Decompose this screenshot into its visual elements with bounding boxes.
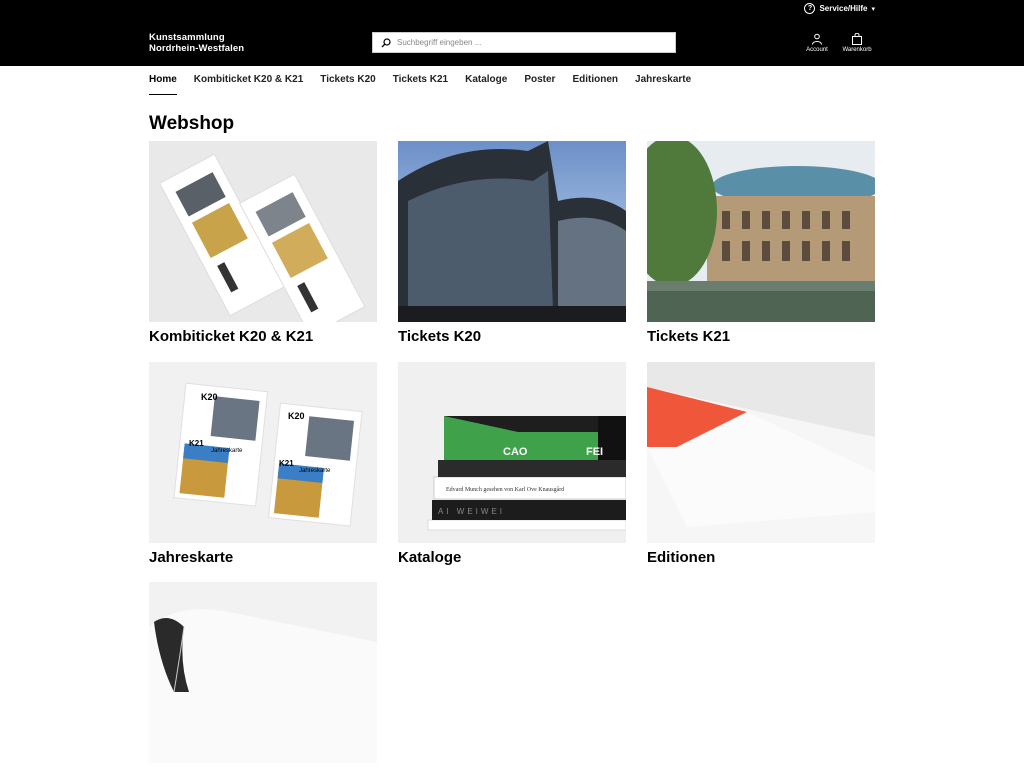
book-munch-text: Edvard Munch gesehen von Karl Ove Knausg…	[446, 486, 564, 493]
kombiticket-image	[149, 141, 377, 322]
cart-button[interactable]: Warenkorb	[840, 33, 874, 53]
nav-item-kataloge[interactable]: Kataloge	[465, 66, 507, 95]
nav-item-home[interactable]: Home	[149, 66, 177, 95]
category-tile-tickets-k20[interactable]: Tickets K20	[398, 141, 626, 345]
tile-label[interactable]: Tickets K21	[647, 328, 875, 345]
poster-image	[149, 582, 377, 763]
tickets-k20-image	[398, 141, 626, 322]
chevron-down-icon: ▾	[871, 5, 875, 13]
tile-label[interactable]: Kataloge	[398, 549, 626, 566]
jahreskarte-card-text-1: Jahreskarte	[211, 448, 243, 454]
tickets-k21-image	[647, 141, 875, 322]
site-logo[interactable]: Kunstsammlung Nordrhein-Westfalen	[149, 32, 244, 54]
category-tile-editionen[interactable]: Editionen	[647, 362, 875, 566]
k21-card-text-1: K21	[189, 439, 204, 448]
category-tile-poster[interactable]	[149, 582, 377, 769]
shopping-bag-icon	[852, 33, 862, 45]
site-header: ? Service/Hilfe ▾ Kunstsammlung Nordrhei…	[0, 0, 1024, 66]
nav-item-kombiticket[interactable]: Kombiticket K20 & K21	[194, 66, 303, 95]
brand-line-2: Nordrhein-Westfalen	[149, 43, 245, 54]
book-cao-text: CAO	[503, 446, 528, 458]
nav-item-editionen[interactable]: Editionen	[572, 66, 618, 95]
nav-item-poster[interactable]: Poster	[524, 66, 555, 95]
tile-label[interactable]: Jahreskarte	[149, 549, 377, 566]
account-label: Account	[806, 47, 828, 53]
jahreskarte-image: K20 K20 K21 K21 Jahreskarte Jahreskarte	[149, 362, 377, 543]
k21-card-text-2: K21	[279, 459, 294, 468]
user-icon	[812, 33, 822, 45]
nav-item-tickets-k21[interactable]: Tickets K21	[393, 66, 448, 95]
category-tile-kataloge[interactable]: CAO FEI Edvard Munch gesehen von Karl Ov…	[398, 362, 626, 566]
search-icon	[381, 37, 391, 47]
jahreskarte-card-text-2: Jahreskarte	[299, 468, 331, 474]
cart-label: Warenkorb	[842, 47, 872, 53]
category-tile-tickets-k21[interactable]: Tickets K21	[647, 141, 875, 345]
book-fei-text: FEI	[586, 446, 603, 458]
account-button[interactable]: Account	[805, 33, 829, 53]
category-tile-jahreskarte[interactable]: K20 K20 K21 K21 Jahreskarte Jahreskarte …	[149, 362, 377, 566]
k20-card-text-1: K20	[201, 392, 218, 402]
k20-card-text-2: K20	[288, 411, 305, 421]
editionen-image	[647, 362, 875, 543]
book-aiweiwei-text: AI WEIWEI	[438, 507, 505, 516]
search-bar	[372, 32, 676, 53]
service-help-label: Service/Hilfe	[819, 4, 868, 13]
main-navigation: Home Kombiticket K20 & K21 Tickets K20 T…	[149, 66, 708, 96]
kataloge-image: CAO FEI Edvard Munch gesehen von Karl Ov…	[398, 362, 626, 543]
page-title: Webshop	[149, 113, 235, 134]
tile-label[interactable]: Kombiticket K20 & K21	[149, 328, 377, 345]
tile-label[interactable]: Tickets K20	[398, 328, 626, 345]
service-help-menu[interactable]: ? Service/Hilfe ▾	[804, 3, 875, 14]
search-input[interactable]	[397, 38, 657, 47]
tile-label[interactable]: Editionen	[647, 549, 875, 566]
category-tile-kombiticket[interactable]: Kombiticket K20 & K21	[149, 141, 377, 345]
brand-line-1: Kunstsammlung	[149, 32, 225, 43]
nav-item-jahreskarte[interactable]: Jahreskarte	[635, 66, 691, 95]
question-icon: ?	[804, 3, 816, 14]
nav-item-tickets-k20[interactable]: Tickets K20	[320, 66, 375, 95]
